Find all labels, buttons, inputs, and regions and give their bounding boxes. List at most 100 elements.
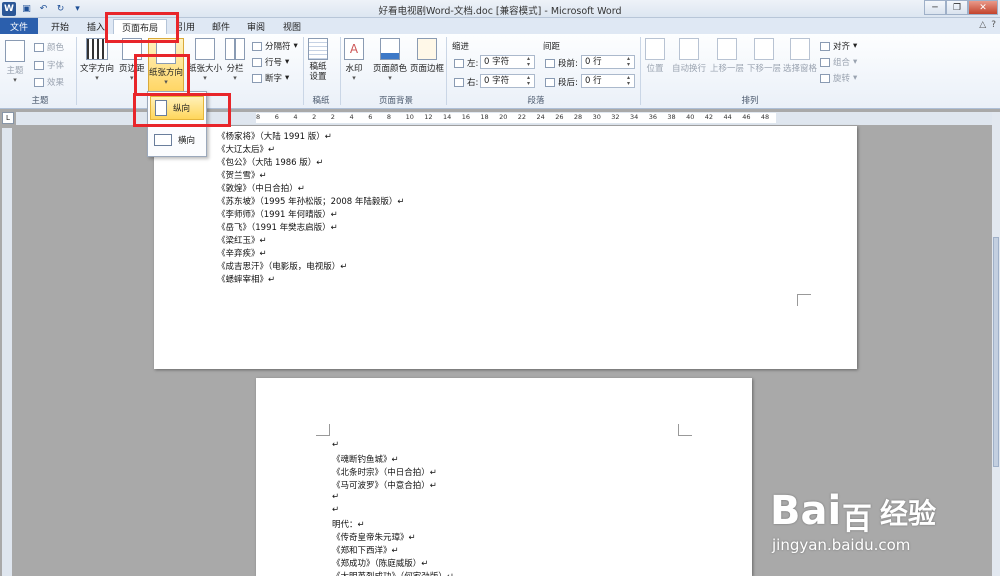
document-line: 《贺兰雪》↵ bbox=[217, 171, 267, 181]
page-color-button[interactable]: 页面颜色 ▾ bbox=[373, 38, 407, 82]
text-direction-button[interactable]: 文字方向 ▾ bbox=[80, 38, 114, 82]
minimize-button[interactable]: ─ bbox=[924, 0, 946, 15]
ruler-number: 22 bbox=[517, 113, 527, 121]
draft-paper-button[interactable]: 稿纸 设置 bbox=[308, 38, 328, 82]
group-icon bbox=[820, 57, 830, 67]
crop-mark bbox=[797, 294, 811, 306]
indent-right-input[interactable]: 0 字符 bbox=[480, 74, 535, 88]
bring-forward-button[interactable]: 上移一层 bbox=[710, 38, 744, 74]
indent-label: 缩进 bbox=[452, 42, 470, 52]
ruler-number: 46 bbox=[742, 113, 751, 121]
crop-mark bbox=[316, 424, 330, 436]
document-page-1[interactable]: 《杨家将》（大陆 1991 版）↵ 《大辽太后》↵ 《包公》（大陆 1986 版）↵… bbox=[154, 126, 857, 369]
document-line: 《敦煌》（中日合拍）↵ bbox=[217, 184, 305, 194]
group-button[interactable]: 组合 ▾ bbox=[820, 56, 857, 68]
document-line: 《郑成功》（陈庭威版）↵ bbox=[332, 559, 429, 569]
rotate-button[interactable]: 旋转 ▾ bbox=[820, 72, 857, 84]
bring-forward-icon bbox=[717, 38, 737, 60]
position-button[interactable]: 位置 bbox=[645, 38, 665, 74]
spacing-after-icon bbox=[545, 77, 555, 87]
fonts-button[interactable]: 字体 bbox=[34, 59, 64, 71]
ruler-number: 32 bbox=[611, 113, 620, 121]
vertical-ruler[interactable] bbox=[2, 128, 12, 576]
spacing-before-icon bbox=[545, 58, 555, 68]
align-icon bbox=[820, 41, 830, 51]
rotate-icon bbox=[820, 73, 830, 83]
themes-button[interactable]: 主题 ▾ bbox=[5, 40, 25, 84]
spacing-label: 间距 bbox=[543, 42, 561, 52]
hyphenation-button[interactable]: 断字 ▾ bbox=[252, 72, 289, 84]
document-line: 《传奇皇帝朱元璋》↵ bbox=[332, 533, 416, 543]
document-line: 《包公》（大陆 1986 版）↵ bbox=[217, 158, 324, 168]
size-button[interactable]: 纸张大小 ▾ bbox=[188, 38, 222, 82]
indent-left-input[interactable]: 0 字符 bbox=[480, 55, 535, 69]
document-line: 《北条时宗》（中日合拍）↵ bbox=[332, 468, 437, 478]
effects-icon bbox=[34, 77, 44, 87]
colors-button[interactable]: 颜色 bbox=[34, 41, 64, 53]
indent-right-icon bbox=[454, 77, 464, 87]
tab-view[interactable]: 视图 bbox=[276, 19, 308, 34]
group-label-page-background: 页面背景 bbox=[378, 96, 413, 106]
page-borders-button[interactable]: 页面边框 bbox=[410, 38, 444, 74]
wrap-text-button[interactable]: 自动换行 bbox=[672, 38, 706, 74]
document-line: 《大明英烈成功》（何家劲版）↵ bbox=[332, 570, 454, 576]
tab-selector[interactable]: L bbox=[2, 112, 14, 124]
group-label-draft: 稿纸 bbox=[312, 96, 330, 106]
spacing-after-input[interactable]: 0 行 bbox=[581, 74, 635, 88]
highlight-orientation-button bbox=[134, 54, 190, 96]
page-color-icon bbox=[380, 38, 400, 60]
page-borders-icon bbox=[417, 38, 437, 60]
document-line: 《魂断钓鱼城》↵ bbox=[332, 455, 399, 465]
ruler-number: 24 bbox=[536, 113, 545, 121]
indent-left-label: 左: bbox=[454, 57, 478, 69]
baidu-paw-icon: 百 bbox=[842, 502, 872, 537]
close-button[interactable]: ✕ bbox=[968, 0, 998, 15]
minimize-ribbon-icon[interactable]: △ bbox=[979, 20, 986, 30]
document-page-2[interactable]: ↵ 《魂断钓鱼城》↵ 《北条时宗》（中日合拍）↵ 《马可波罗》（中意合拍）↵ ↵ ↵ 明代：… bbox=[256, 378, 752, 576]
breaks-icon bbox=[252, 41, 262, 51]
group-label-themes: 主题 bbox=[31, 96, 49, 106]
send-backward-button[interactable]: 下移一层 bbox=[747, 38, 781, 74]
effects-button[interactable]: 效果 bbox=[34, 76, 64, 88]
position-icon bbox=[645, 38, 665, 60]
ruler-number: 8 bbox=[256, 113, 261, 121]
tab-file[interactable]: 文件 bbox=[0, 18, 38, 34]
columns-button[interactable]: 分栏 ▾ bbox=[225, 38, 245, 82]
tab-review[interactable]: 审阅 bbox=[240, 19, 272, 34]
baidu-jingyan-watermark: Bai 百 经验 jingyan.baidu.com bbox=[770, 470, 990, 570]
spacing-before-input[interactable]: 0 行 bbox=[581, 55, 635, 69]
align-button[interactable]: 对齐 ▾ bbox=[820, 40, 857, 52]
selection-pane-button[interactable]: 选择窗格 bbox=[783, 38, 817, 74]
line-numbers-button[interactable]: 行号 ▾ bbox=[252, 56, 289, 68]
breaks-button[interactable]: 分隔符 ▾ bbox=[252, 40, 298, 52]
orientation-landscape-item[interactable]: 横向 bbox=[150, 128, 204, 152]
tab-mailings[interactable]: 邮件 bbox=[205, 19, 237, 34]
ruler-number: 40 bbox=[686, 113, 695, 121]
ruler-number: 18 bbox=[480, 113, 489, 121]
columns-icon bbox=[225, 38, 245, 60]
line-numbers-icon bbox=[252, 57, 262, 67]
tab-home[interactable]: 开始 bbox=[42, 19, 78, 34]
highlight-portrait-option bbox=[133, 93, 231, 127]
indent-right-label: 右: bbox=[454, 76, 478, 88]
watermark-button[interactable]: A 水印 ▾ bbox=[344, 38, 364, 82]
help-icon[interactable]: ? bbox=[991, 20, 996, 30]
watermark-icon: A bbox=[344, 38, 364, 60]
ruler-number: 2 bbox=[312, 113, 317, 121]
ruler-number: 6 bbox=[368, 113, 373, 121]
restore-button[interactable]: ❐ bbox=[946, 0, 968, 15]
paper-size-icon bbox=[195, 38, 215, 60]
spacing-before-label: 段前: bbox=[545, 57, 578, 69]
wrap-text-icon bbox=[679, 38, 699, 60]
fonts-icon bbox=[34, 60, 44, 70]
document-line: 《李师师》（1991 年何晴版）↵ bbox=[217, 210, 338, 220]
ruler-number: 10 bbox=[405, 113, 414, 121]
ruler-number: 2 bbox=[330, 113, 335, 121]
scrollbar-thumb[interactable] bbox=[993, 237, 999, 467]
baidu-logo-icon: Bai bbox=[770, 488, 842, 534]
document-line: 《梁红玉》↵ bbox=[217, 236, 267, 246]
vertical-scrollbar[interactable] bbox=[992, 112, 1000, 576]
ruler-number: 16 bbox=[461, 113, 470, 121]
landscape-page-icon bbox=[154, 134, 172, 146]
ruler-number: 14 bbox=[443, 113, 452, 121]
